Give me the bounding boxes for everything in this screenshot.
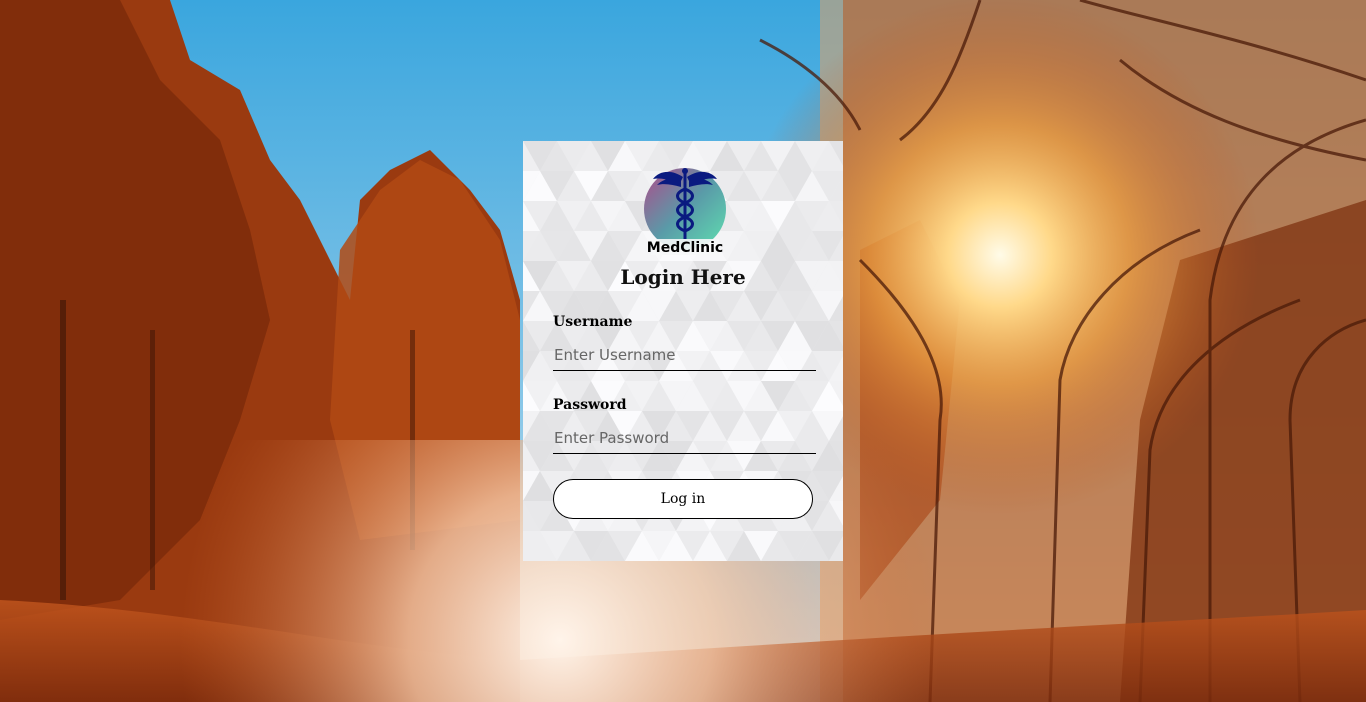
caduceus-icon: MedClinic	[644, 168, 726, 256]
medclinic-logo: MedClinic	[643, 165, 727, 257]
login-card: MedClinic Login Here Username Password L…	[523, 141, 843, 561]
login-button[interactable]: Log in	[553, 479, 813, 519]
username-label: Username	[553, 314, 633, 330]
logo-text: MedClinic	[647, 240, 723, 256]
password-label: Password	[553, 397, 627, 413]
username-input[interactable]	[553, 340, 816, 371]
login-title: Login Here	[620, 265, 746, 289]
password-input[interactable]	[553, 423, 816, 454]
